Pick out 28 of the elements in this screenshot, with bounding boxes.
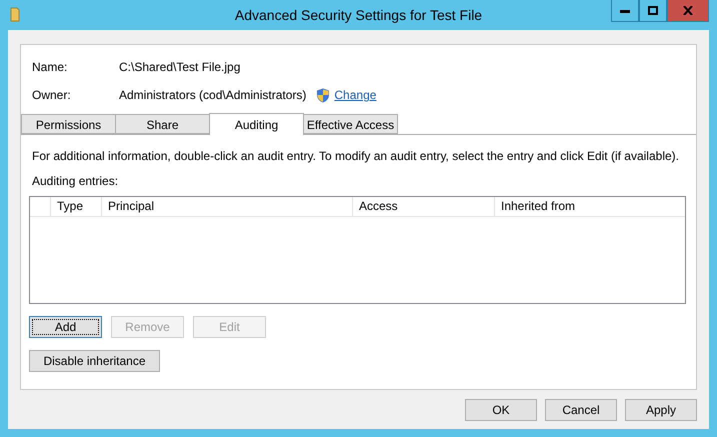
disable-inheritance-button[interactable]: Disable inheritance xyxy=(29,350,160,372)
field-value: C:\Shared\Test File.jpg xyxy=(119,60,240,74)
window-title: Advanced Security Settings for Test File xyxy=(234,7,484,23)
column-header[interactable]: Access xyxy=(353,197,495,216)
entry-button[interactable]: Add xyxy=(29,316,102,338)
maximize-icon xyxy=(648,6,658,15)
folder-icon xyxy=(10,6,22,22)
column-header[interactable]: Principal xyxy=(102,197,353,216)
dialog-button[interactable]: OK xyxy=(465,399,537,421)
column-header[interactable]: Type xyxy=(51,197,102,216)
tab[interactable]: Auditing xyxy=(209,113,304,135)
tab[interactable]: Permissions xyxy=(21,114,116,134)
dialog-button[interactable]: Cancel xyxy=(545,399,617,421)
entries-label: Auditing entries: xyxy=(32,174,120,188)
field-label: Name: xyxy=(32,60,68,74)
column-header[interactable]: Inherited from xyxy=(495,197,685,216)
minimize-icon xyxy=(620,8,630,12)
tab[interactable]: Effective Access xyxy=(303,114,398,134)
shield-icon xyxy=(316,88,330,102)
field-value: Administrators (cod\Administrators) xyxy=(119,88,306,102)
dialog-button[interactable]: Apply xyxy=(625,399,697,421)
close-icon xyxy=(683,6,693,15)
minimize-button[interactable] xyxy=(611,0,639,22)
info-text: For additional information, double-click an audit entry. To modify an audit entry, select the entry and click Edit (if available). xyxy=(32,149,680,163)
change-link[interactable]: Change xyxy=(334,88,376,102)
field-label: Owner: xyxy=(32,88,72,102)
close-button[interactable] xyxy=(667,0,709,22)
tab[interactable]: Share xyxy=(115,114,210,134)
